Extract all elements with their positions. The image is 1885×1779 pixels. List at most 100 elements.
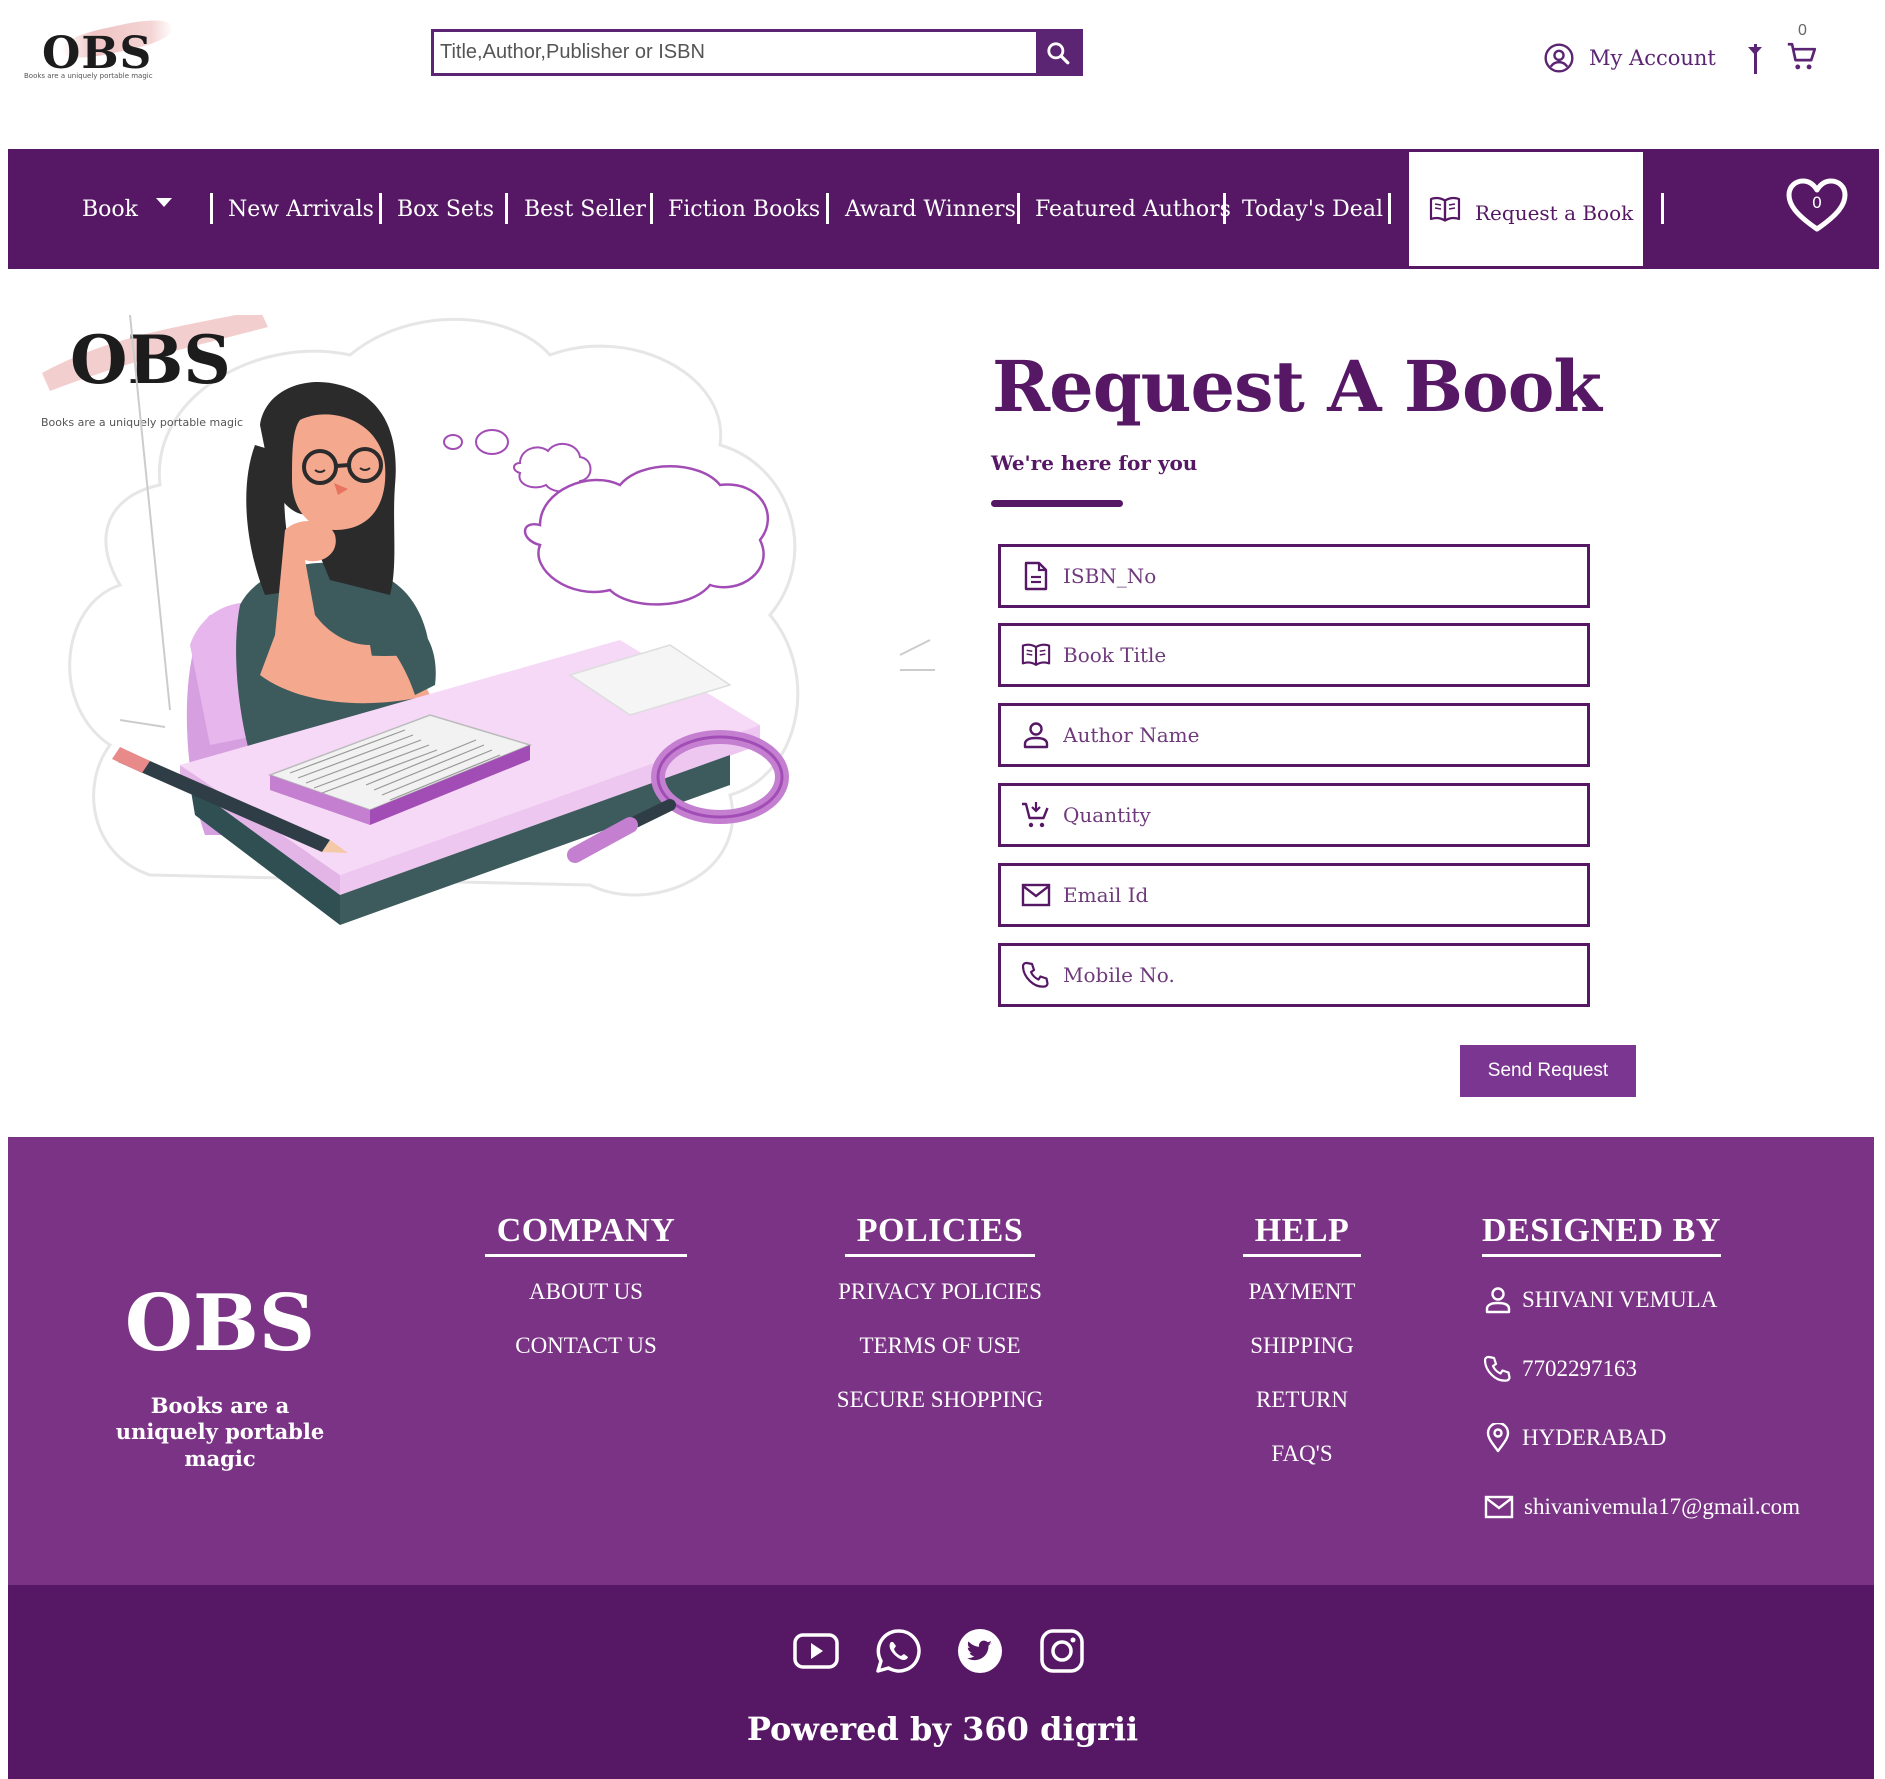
phone-icon	[1484, 1355, 1511, 1382]
youtube-link[interactable]	[792, 1632, 840, 1674]
page-title: Request A Book	[992, 345, 1602, 428]
quantity-input[interactable]	[1063, 803, 1587, 827]
nav-item-new-arrivals[interactable]: New Arrivals	[228, 149, 374, 269]
nav-item-label: Box Sets	[397, 196, 495, 222]
wishlist-button[interactable]: 0	[1785, 177, 1849, 239]
designer-email[interactable]: shivanivemula17@gmail.com	[1524, 1494, 1800, 1520]
footer-link-return[interactable]: RETURN	[1222, 1383, 1382, 1437]
author-name-input[interactable]	[1063, 723, 1587, 747]
nav-separator	[210, 193, 213, 224]
wishlist-count: 0	[1812, 193, 1822, 212]
footer-link-contact-us[interactable]: CONTACT US	[474, 1329, 698, 1383]
heart-icon: 0	[1786, 178, 1848, 232]
footer-logo: OBS Books are a uniquely portable magic	[110, 1285, 330, 1472]
footer-link-payment[interactable]: PAYMENT	[1222, 1275, 1382, 1329]
footer-link-terms-of-use[interactable]: TERMS OF USE	[822, 1329, 1058, 1383]
site-logo[interactable]: OBS Books are a uniquely portable magic	[22, 14, 174, 82]
document-icon	[1021, 561, 1051, 591]
footer-link-shipping[interactable]: SHIPPING	[1222, 1329, 1382, 1383]
nav-item-label: Award Winners	[845, 196, 1016, 222]
designer-location-row: HYDERABAD	[1484, 1403, 1800, 1472]
instagram-link[interactable]	[1038, 1627, 1086, 1679]
nav-separator	[650, 193, 653, 224]
footer-link-secure-shopping[interactable]: SECURE SHOPPING	[822, 1383, 1058, 1437]
main-navbar: Book New Arrivals Box Sets Best Seller F…	[8, 149, 1879, 269]
footer-help-title: HELP	[1242, 1212, 1362, 1257]
nav-item-label: Fiction Books	[668, 196, 821, 222]
illustration-logo-wordmark: OBS	[70, 321, 231, 399]
powered-by-text: Powered by 360 digrii	[746, 1710, 1139, 1748]
mobile-field	[998, 943, 1590, 1007]
search-button[interactable]	[1036, 32, 1080, 73]
isbn-field	[998, 544, 1590, 608]
phone-icon	[1021, 960, 1051, 990]
location-pin-icon	[1486, 1422, 1510, 1452]
chevron-down-icon	[156, 197, 172, 207]
nav-item-featured-authors[interactable]: Featured Authors	[1035, 149, 1231, 269]
designer-email-row: shivanivemula17@gmail.com	[1484, 1472, 1800, 1541]
my-account-label: My Account	[1589, 46, 1716, 70]
nav-separator	[1017, 193, 1020, 224]
nav-item-book[interactable]: Book	[82, 149, 172, 269]
logo-tagline: Books are a uniquely portable magic	[24, 72, 153, 80]
nav-item-award-winners[interactable]: Award Winners	[845, 149, 1016, 269]
cart-icon	[1787, 42, 1817, 70]
nav-item-box-sets[interactable]: Box Sets	[397, 149, 494, 269]
nav-item-label: Today's Deal	[1242, 196, 1383, 222]
designer-name-row: SHIVANI VEMULA	[1484, 1265, 1800, 1334]
isbn-input[interactable]	[1063, 564, 1587, 588]
nav-item-request-a-book[interactable]: Request a Book	[1409, 152, 1643, 266]
footer-policies-column: POLICIES PRIVACY POLICIES TERMS OF USE S…	[822, 1212, 1058, 1437]
footer-link-about-us[interactable]: ABOUT US	[474, 1275, 698, 1329]
cart-button[interactable]	[1785, 40, 1819, 78]
nav-item-label: Featured Authors	[1035, 196, 1231, 222]
footer-policies-title: POLICIES	[844, 1212, 1036, 1257]
my-account-menu[interactable]: My Account	[1543, 42, 1762, 74]
nav-item-todays-deal[interactable]: Today's Deal	[1242, 149, 1383, 269]
youtube-icon	[793, 1633, 839, 1669]
nav-request-label: Request a Book	[1475, 201, 1634, 225]
person-icon	[1485, 1286, 1511, 1313]
book-title-field	[998, 623, 1590, 687]
search-icon	[1047, 41, 1070, 64]
mail-icon	[1484, 1495, 1514, 1518]
footer-designed-by-title: DESIGNED BY	[1482, 1212, 1721, 1257]
site-header: OBS Books are a uniquely portable magic …	[0, 0, 1885, 140]
footer-bottom-bar	[8, 1585, 1874, 1779]
footer-link-faqs[interactable]: FAQ'S	[1222, 1437, 1382, 1491]
nav-separator	[379, 193, 382, 224]
twitter-link[interactable]	[956, 1627, 1004, 1679]
book-title-input[interactable]	[1063, 643, 1587, 667]
footer-logo-wordmark: OBS	[124, 1278, 316, 1369]
search-input[interactable]	[434, 32, 1036, 73]
nav-item-label: Best Seller	[524, 196, 647, 222]
footer-tagline: Books are a uniquely portable magic	[115, 1393, 325, 1471]
open-book-icon	[1021, 640, 1051, 670]
designer-city: HYDERABAD	[1522, 1424, 1667, 1450]
email-input[interactable]	[1063, 883, 1587, 907]
search-bar	[431, 29, 1083, 76]
whatsapp-icon	[876, 1629, 921, 1673]
title-underline	[991, 500, 1123, 507]
thinking-woman-illustration: OBS Books are a uniquely portable magic	[41, 310, 935, 925]
mobile-input[interactable]	[1063, 963, 1587, 987]
footer-company-title: COMPANY	[484, 1212, 688, 1257]
cart-count: 0	[1798, 22, 1807, 39]
open-book-icon	[1429, 196, 1461, 222]
footer-link-privacy-policies[interactable]: PRIVACY POLICIES	[822, 1275, 1058, 1329]
nav-item-best-seller[interactable]: Best Seller	[524, 149, 646, 269]
author-name-field	[998, 703, 1590, 767]
email-field	[998, 863, 1590, 927]
header-divider	[1754, 44, 1757, 74]
twitter-icon	[958, 1629, 1002, 1673]
whatsapp-link[interactable]	[874, 1627, 922, 1679]
nav-item-fiction-books[interactable]: Fiction Books	[668, 149, 820, 269]
person-icon	[1021, 720, 1051, 750]
designer-phone[interactable]: 7702297163	[1522, 1356, 1637, 1382]
nav-separator	[1661, 193, 1664, 224]
mail-icon	[1021, 880, 1051, 910]
nav-separator	[1223, 193, 1226, 224]
nav-separator	[505, 193, 508, 224]
cart-icon	[1021, 800, 1051, 830]
send-request-button[interactable]: Send Request	[1460, 1045, 1636, 1097]
